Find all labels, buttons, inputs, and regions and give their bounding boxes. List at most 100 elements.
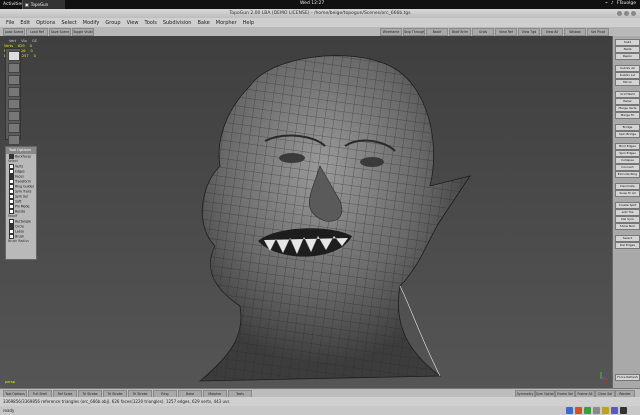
right-panel-button[interactable]: Collapse [615, 157, 640, 164]
orc-head-model[interactable] [190, 36, 480, 388]
menu-view[interactable]: View [127, 20, 139, 26]
app-icon: ▣ [25, 2, 29, 7]
right-tool-panel: Solid Nada Rejoin Subdiv All Subdiv Lvl Mirro… [612, 36, 640, 388]
right-panel-button[interactable]: Mirror [615, 79, 640, 86]
app2-icon[interactable] [584, 407, 591, 414]
right-panel-button[interactable]: Relax [615, 98, 640, 105]
right-panel-button[interactable]: Merge Verts [615, 105, 640, 112]
app1-icon[interactable] [575, 407, 582, 414]
viewport-label: persp [5, 380, 15, 384]
right-panel-button[interactable]: Decimate [615, 183, 640, 190]
right-panel-button[interactable]: Bind Edges [615, 143, 640, 150]
menu-bar: File Edit Options Select Modify Group View Tool… [0, 18, 640, 27]
toolbar-button[interactable]: Skip Through [403, 28, 425, 36]
menu-help[interactable]: Help [243, 20, 254, 26]
right-panel-button[interactable]: Add Tris [615, 209, 640, 216]
network-icon[interactable]: ⌁ [605, 1, 608, 6]
toolbar-button[interactable]: Load Ref [26, 28, 48, 36]
left-toolbox [5, 48, 21, 145]
right-panel-button[interactable]: Subdiv Lvl [615, 72, 640, 79]
taskbar-app[interactable]: ▣ TopoGun [22, 0, 65, 9]
right-panel-button[interactable]: Subdiv All [615, 65, 640, 72]
close-icon[interactable] [631, 11, 636, 16]
status-bar: 3369856/3369856 reference triangles (orc… [0, 397, 640, 406]
bridge-tool-icon[interactable] [8, 99, 20, 109]
app4-icon[interactable] [602, 407, 609, 414]
toolbar-button[interactable]: Load Scene [3, 28, 25, 36]
toolbar-button[interactable]: View Ref [495, 28, 517, 36]
menu-morpher[interactable]: Morpher [216, 20, 237, 26]
main-toolbar: Load Scene Load Ref Save Scene Toggle Visib… [0, 27, 640, 36]
stats-cell: 0 [30, 49, 33, 53]
menu-group[interactable]: Group [105, 20, 120, 26]
right-panel-button[interactable]: Solid [615, 39, 640, 46]
menu-modify[interactable]: Modify [83, 20, 100, 26]
right-panel-button[interactable]: Del Sym [615, 216, 640, 223]
toolbar-button[interactable]: Wireframe [380, 28, 402, 36]
app-tab-label: TopoGun [30, 2, 49, 7]
select-tool-icon[interactable] [8, 51, 20, 61]
app6-icon[interactable] [620, 407, 627, 414]
toolbar-button[interactable]: Save Scene [49, 28, 71, 36]
toolbar-button[interactable]: Bkbf Brim [449, 28, 471, 36]
toolbar-button[interactable]: Wisbox [564, 28, 586, 36]
menu-bake[interactable]: Bake [197, 20, 209, 26]
draw-tool-icon[interactable] [8, 63, 20, 73]
toolbar-button[interactable]: View Tgd [518, 28, 540, 36]
clock[interactable]: Wed 12:27 [300, 1, 324, 6]
right-panel-button[interactable]: Rejoin [615, 53, 640, 60]
menu-tools[interactable]: Tools [144, 20, 156, 26]
toolbar-button[interactable]: Backf [426, 28, 448, 36]
move-tool-icon[interactable] [8, 123, 20, 133]
window-titlebar: TopoGun 2.00 LBA (DEMO LICENSE) - /home/… [0, 9, 640, 18]
option-label: Circle [15, 224, 24, 229]
right-panel-button[interactable]: Show Nrm [615, 223, 640, 230]
brush-tool-icon[interactable] [8, 87, 20, 97]
option-label: Backfaces [15, 154, 32, 159]
menu-file[interactable]: File [6, 20, 14, 26]
right-panel-button[interactable]: Select [615, 235, 640, 242]
option-label: Rectangle [15, 219, 31, 224]
cut-tool-icon[interactable] [8, 111, 20, 121]
toolbar-button[interactable]: Grids [472, 28, 494, 36]
tray-icons [566, 406, 640, 415]
menu-options[interactable]: Options [36, 20, 55, 26]
right-panel-button[interactable]: Nada [615, 46, 640, 53]
ready-bar: ready [0, 406, 640, 415]
option-label: Lasso [15, 229, 25, 234]
app3-icon[interactable] [593, 407, 600, 414]
minimize-icon[interactable] [617, 11, 622, 16]
app5-icon[interactable] [611, 407, 618, 414]
right-panel-button[interactable]: Snap To All [615, 190, 640, 197]
ready-text: ready [3, 408, 15, 413]
toolbar-button[interactable]: View All [541, 28, 563, 36]
right-panel-button[interactable]: Connect [615, 164, 640, 171]
right-panel-button[interactable]: Grid Weld [615, 91, 640, 98]
menu-subdivision[interactable]: Subdivision [163, 20, 192, 26]
pen-tool-icon[interactable] [8, 75, 20, 85]
activities-button[interactable]: Activities [3, 2, 24, 7]
extra-tool-icon[interactable] [8, 135, 20, 145]
option-label: Pin Mode [15, 204, 30, 209]
right-panel-button[interactable]: Extrude Ring [615, 171, 640, 178]
user-menu[interactable]: FTsuolge [617, 1, 636, 6]
right-panel-button[interactable]: Bridge [615, 124, 640, 131]
menu-edit[interactable]: Edit [20, 20, 30, 26]
browser-icon[interactable] [566, 407, 573, 414]
toolbar-button[interactable]: Set Pivot [587, 28, 609, 36]
axis-gizmo [600, 372, 608, 380]
right-panel-button[interactable]: Force Refresh [615, 374, 640, 381]
option-label: Resize [15, 209, 26, 214]
right-panel-button[interactable]: Create Split [615, 202, 640, 209]
right-panel-button[interactable]: Del Edges [615, 242, 640, 249]
3d-viewport[interactable] [0, 36, 612, 388]
menu-select[interactable]: Select [61, 20, 76, 26]
right-panel-button[interactable]: Spin Bridge [615, 131, 640, 138]
toolbar-button[interactable]: Toggle Visible [72, 28, 94, 36]
maximize-icon[interactable] [624, 11, 629, 16]
system-tray: ⌁ ♪ FTsuolge [605, 1, 636, 6]
right-panel-button[interactable]: Merge Tri [615, 112, 640, 119]
viewport-canvas[interactable] [0, 36, 612, 388]
volume-icon[interactable]: ♪ [611, 1, 614, 6]
right-panel-button[interactable]: Spin Edges [615, 150, 640, 157]
